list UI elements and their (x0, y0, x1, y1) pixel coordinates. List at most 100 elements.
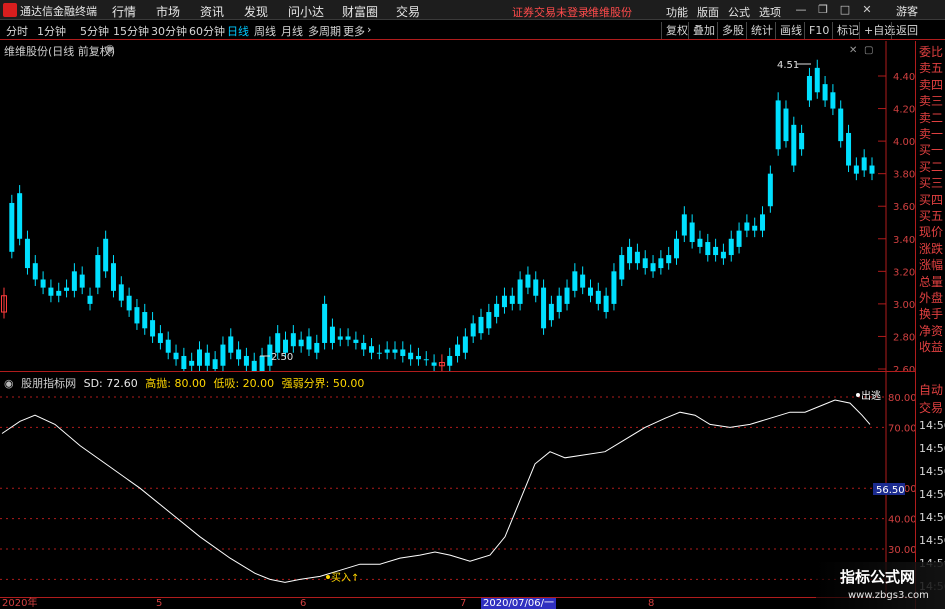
candle (220, 336, 226, 371)
period-1min[interactable]: 1分钟 (37, 23, 66, 39)
quote-label: 买二 (919, 159, 944, 174)
quote-label: 买四 (919, 192, 944, 207)
trade-time: 14:56 (919, 442, 945, 455)
menu-news[interactable]: 资讯 (200, 3, 224, 20)
period-more[interactable]: 更多 (343, 23, 365, 39)
indicator-chart[interactable]: 80.0070.0050.0040.0030.00 买入↑ 出逃 56.50 (0, 372, 915, 598)
period-intraday[interactable]: 分时 (6, 23, 28, 39)
watermark-title: 指标公式网 (840, 568, 916, 586)
stock-alert[interactable]: 维维股份 (588, 4, 632, 20)
candle (634, 243, 640, 270)
quote-lower-label[interactable]: 自动 (919, 383, 943, 397)
period-daily[interactable]: 日线 (227, 23, 249, 39)
toolbar-formula[interactable]: 公式 (728, 4, 750, 20)
login-alert[interactable]: 证券交易未登录 (512, 4, 589, 20)
candle (580, 266, 586, 295)
trade-time: 14:56 (919, 465, 945, 478)
quote-lower-label[interactable]: 交易 (919, 401, 943, 415)
candle (806, 67, 812, 107)
btn-draw[interactable]: 画线 (775, 22, 802, 39)
minimize-icon[interactable]: — (794, 3, 808, 17)
period-multi[interactable]: 多周期 (308, 23, 341, 39)
period-60min[interactable]: 60分钟 (189, 23, 225, 39)
candle (361, 334, 367, 356)
candle (767, 165, 773, 213)
candle (783, 100, 789, 148)
restore-icon[interactable]: ❐ (816, 3, 830, 17)
candle (204, 344, 210, 371)
btn-stats[interactable]: 统计 (746, 22, 773, 39)
sell-signal-label: 出逃 (861, 389, 881, 402)
candle (142, 303, 148, 335)
toolbar-layout[interactable]: 版面 (697, 4, 719, 20)
candle (697, 230, 703, 254)
candle (642, 250, 648, 275)
btn-adjust[interactable]: 复权 (661, 22, 688, 39)
indicator-tick-label: 80.00 (888, 393, 915, 404)
close-icon[interactable]: ✕ (860, 3, 874, 17)
period-15min[interactable]: 15分钟 (113, 23, 149, 39)
btn-back[interactable]: 返回 (891, 22, 918, 39)
indicator-settings-icon[interactable]: ◉ (4, 377, 14, 390)
trade-time: 14:56 (919, 534, 945, 547)
app-title: 通达信金融终端 (20, 5, 97, 18)
date-axis: 2020年 5 6 7 2020/07/06/一 8 (0, 597, 915, 609)
close-chart-icon[interactable]: ✕ (849, 45, 857, 56)
btn-mark[interactable]: 标记 (832, 22, 859, 39)
stock-title: 维维股份(日线 前复权) (4, 45, 116, 58)
period-5min[interactable]: 5分钟 (80, 23, 109, 39)
period-30min[interactable]: 30分钟 (151, 23, 187, 39)
candle (438, 354, 445, 371)
period-weekly[interactable]: 周线 (254, 23, 276, 39)
toolbar-options[interactable]: 选项 (759, 4, 781, 20)
cursor-value: 56.50 (876, 485, 905, 496)
indicator-name[interactable]: 股朋指标网 (21, 377, 76, 390)
candle (830, 84, 836, 116)
menu-market[interactable]: 市场 (156, 3, 180, 20)
menu-quotes[interactable]: 行情 (112, 3, 136, 20)
candle (548, 295, 554, 327)
quote-label: 委比 (919, 45, 944, 59)
btn-add-watch[interactable]: +自选 (859, 22, 895, 39)
toggle-panel-icon[interactable]: ▢ (864, 45, 873, 56)
watermark-url: www.zbgs3.com (848, 590, 929, 601)
candle (290, 325, 296, 353)
date-label-may: 5 (156, 598, 163, 609)
candle (64, 279, 70, 298)
btn-overlay[interactable]: 叠加 (688, 22, 715, 39)
quote-label: 买一 (919, 143, 944, 158)
candle (681, 206, 687, 243)
guest-login[interactable]: 游客 (896, 3, 918, 19)
menu-discover[interactable]: 发现 (244, 3, 268, 20)
candle (619, 246, 625, 286)
candle (400, 341, 406, 363)
chevron-right-icon[interactable]: › (367, 23, 371, 36)
maximize-icon[interactable]: □ (838, 3, 852, 17)
indicator-tick-label: 70.00 (888, 423, 915, 434)
candle (56, 282, 62, 303)
candle (1, 287, 7, 319)
btn-f10[interactable]: F10 (804, 22, 829, 39)
btn-multi-stock[interactable]: 多股 (717, 22, 744, 39)
date-cursor: 2020/07/06/一 (481, 598, 557, 609)
candle (744, 214, 750, 238)
candle (40, 271, 46, 295)
quote-label: 换手 (919, 307, 944, 322)
menu-wealth[interactable]: 财富圈 (342, 3, 378, 20)
candle (306, 328, 312, 356)
candle (408, 344, 414, 366)
menu-trade[interactable]: 交易 (396, 3, 420, 20)
toolbar-function[interactable]: 功能 (666, 4, 688, 20)
price-chart[interactable]: 4.404.204.003.803.603.403.203.002.802.60… (0, 41, 915, 371)
indicator-header: ◉ 股朋指标网 SD: 72.60 高抛: 80.00 低吸: 20.00 强弱… (4, 375, 368, 391)
candle (603, 287, 609, 319)
menu-ask[interactable]: 问小达 (288, 3, 324, 20)
indicator-panel[interactable]: 80.0070.0050.0040.0030.00 买入↑ 出逃 56.50 ◉… (0, 371, 915, 598)
candle (243, 347, 249, 371)
candle (627, 238, 633, 270)
period-monthly[interactable]: 月线 (281, 23, 303, 39)
candle (689, 214, 695, 249)
price-chart-panel[interactable]: 4.40 4.20 4.00 3.80 3.60 3.40 3.20 3.00 2.80 2.60… (0, 41, 915, 371)
settings-circle-icon[interactable]: ◉ (105, 42, 115, 55)
candle (658, 250, 664, 275)
